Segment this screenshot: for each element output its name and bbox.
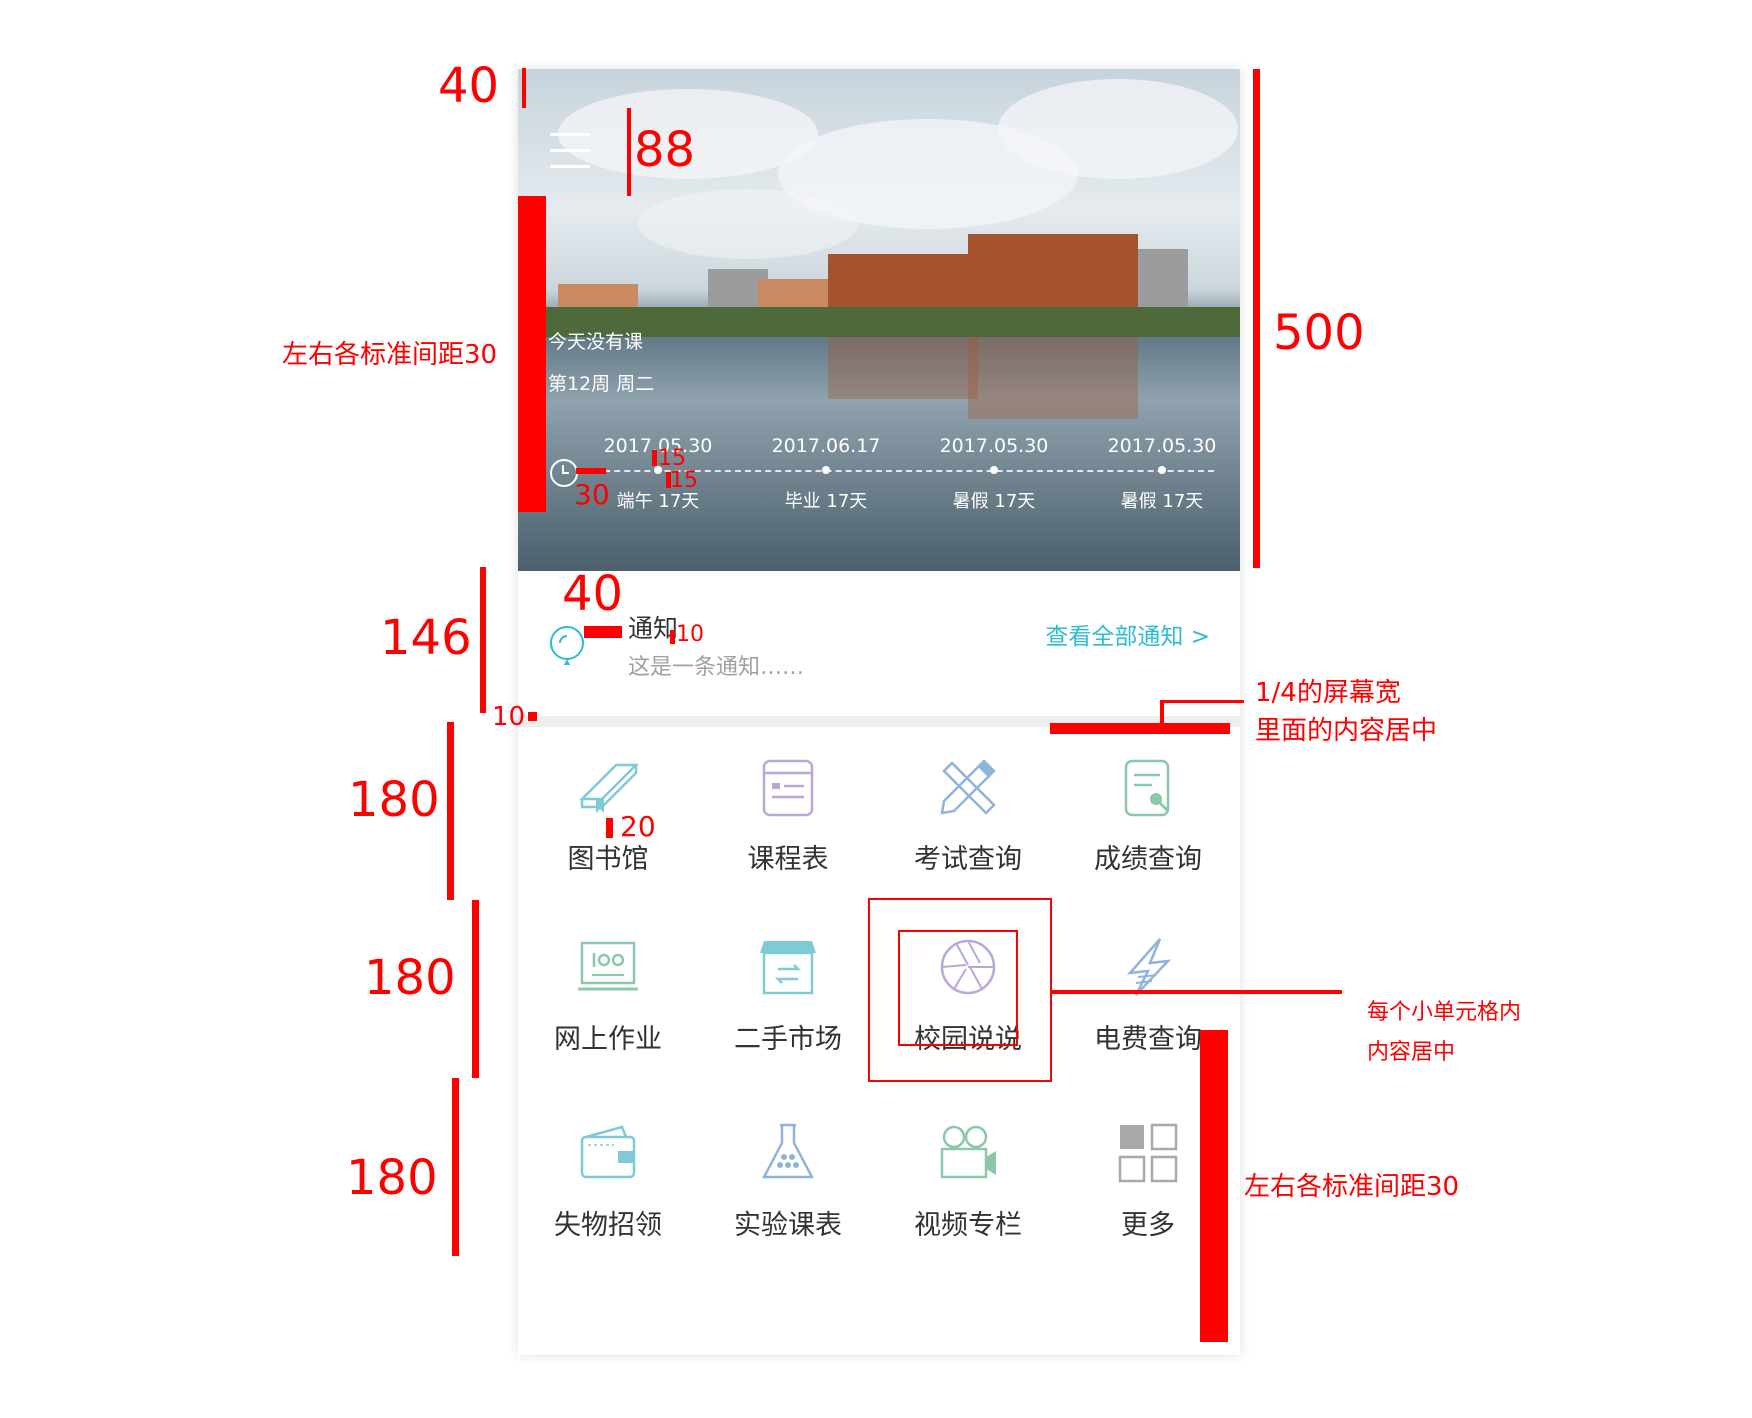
week-info: 第12周 周二 xyxy=(548,373,655,395)
timeline-dot xyxy=(990,466,998,474)
more-grid-icon xyxy=(1118,1123,1178,1183)
annotation-bar xyxy=(1052,990,1342,994)
grid-item-exam[interactable]: 考试查询 xyxy=(878,727,1058,907)
annotation-bar xyxy=(1050,723,1230,734)
balloon-icon xyxy=(550,626,584,665)
ruler-pencil-icon xyxy=(940,759,996,815)
grid-item-label: 视频专栏 xyxy=(914,1210,1022,1241)
annotation-bar xyxy=(518,196,546,512)
annotation-bar xyxy=(522,68,526,108)
shop-icon xyxy=(760,941,816,995)
schedule-icon xyxy=(762,759,814,817)
timeline-dot xyxy=(822,466,830,474)
annotation-quarter-width: 1/4的屏幕宽 xyxy=(1255,678,1401,708)
timeline-date: 2017.05.30 xyxy=(939,435,1049,457)
notice-text: 这是一条通知…… xyxy=(628,655,805,680)
annotation-row-height: 180 xyxy=(348,772,440,828)
annotation-notice-icon: 40 xyxy=(562,566,624,622)
annotation-row-height: 180 xyxy=(364,950,456,1006)
timeline-date: 2017.05.30 xyxy=(1107,435,1217,457)
annotation-notice-height: 146 xyxy=(380,610,472,666)
grid-item-schedule[interactable]: 课程表 xyxy=(698,727,878,907)
annotation-bar xyxy=(1200,1030,1228,1342)
grid-item-lab[interactable]: 实验课表 xyxy=(698,1093,878,1273)
annotation-bar xyxy=(670,630,675,644)
annotation-bar xyxy=(480,567,486,713)
grid-item-label: 成绩查询 xyxy=(1094,844,1202,875)
phone-screen: 今天没有课 第12周 周二 2017.05.30 端午 17天 2017.06.… xyxy=(518,69,1240,1355)
grid-item-library[interactable]: 图书馆 xyxy=(518,727,698,907)
video-camera-icon xyxy=(940,1125,996,1179)
view-all-notices-link[interactable]: 查看全部通知 > xyxy=(1045,617,1210,651)
wallet-icon xyxy=(580,1125,636,1179)
annotation-divider: 10 xyxy=(492,702,526,732)
annotation-menu-height: 88 xyxy=(634,122,696,178)
annotation-bar xyxy=(652,450,657,466)
annotation-bar xyxy=(528,712,537,721)
grid-item-label: 图书馆 xyxy=(567,844,649,875)
notice-bar[interactable]: 通知 这是一条通知…… 查看全部通知 > xyxy=(518,571,1240,716)
flask-icon xyxy=(761,1123,815,1179)
annotation-content-box xyxy=(898,930,1018,1046)
grid-item-market[interactable]: 二手市场 xyxy=(698,907,878,1087)
annotation-bar xyxy=(1253,69,1260,568)
annotation-bar xyxy=(576,468,606,474)
annotation-banner-height: 500 xyxy=(1273,305,1365,361)
annotation-spacing: 20 xyxy=(620,810,656,843)
timeline-label: 暑假 17天 xyxy=(952,491,1036,512)
grid-item-lost-found[interactable]: 失物招领 xyxy=(518,1093,698,1273)
annotation-top-margin: 40 xyxy=(438,58,500,114)
grid-item-label: 实验课表 xyxy=(734,1210,842,1241)
annotation-bar xyxy=(472,900,479,1078)
annotation-side-padding-right: 左右各标准间距30 xyxy=(1244,1172,1460,1202)
grid-item-label: 课程表 xyxy=(747,844,829,875)
laptop-icon xyxy=(578,941,638,991)
annotation-content-center: 里面的内容居中 xyxy=(1255,716,1438,746)
annotation-spacing: 10 xyxy=(676,622,704,647)
grid-item-label: 考试查询 xyxy=(914,844,1022,875)
grid-item-label: 网上作业 xyxy=(554,1024,662,1055)
timeline-label: 暑假 17天 xyxy=(1120,491,1204,512)
annotation-spacing: 30 xyxy=(574,478,610,511)
timeline-label: 毕业 17天 xyxy=(784,491,868,512)
grid-item-label: 失物招领 xyxy=(554,1210,662,1241)
annotation-bar xyxy=(1160,700,1164,724)
grid-item-homework[interactable]: 网上作业 xyxy=(518,907,698,1087)
menu-icon[interactable] xyxy=(550,133,590,173)
grid-item-label: 二手市场 xyxy=(734,1024,842,1055)
grade-doc-icon xyxy=(1124,759,1170,817)
grid-item-grades[interactable]: 成绩查询 xyxy=(1058,727,1238,907)
annotation-bar xyxy=(584,626,622,638)
annotation-cell-center: 内容居中 xyxy=(1367,1040,1456,1065)
annotation-side-padding-left: 左右各标准间距30 xyxy=(282,340,498,370)
today-status: 今天没有课 xyxy=(548,331,644,353)
annotation-spacing: 15 xyxy=(670,468,698,493)
grid-item-video[interactable]: 视频专栏 xyxy=(878,1093,1058,1273)
annotation-bar xyxy=(452,1078,459,1256)
annotation-bar xyxy=(447,722,454,900)
annotation-bar xyxy=(627,108,631,196)
timeline-date: 2017.06.17 xyxy=(771,435,881,457)
annotation-cell-center: 每个小单元格内 xyxy=(1367,1000,1522,1025)
annotation-bar xyxy=(606,818,613,838)
annotation-row-height: 180 xyxy=(346,1150,438,1206)
timeline-dot xyxy=(1158,466,1166,474)
annotation-bar xyxy=(1160,700,1244,703)
